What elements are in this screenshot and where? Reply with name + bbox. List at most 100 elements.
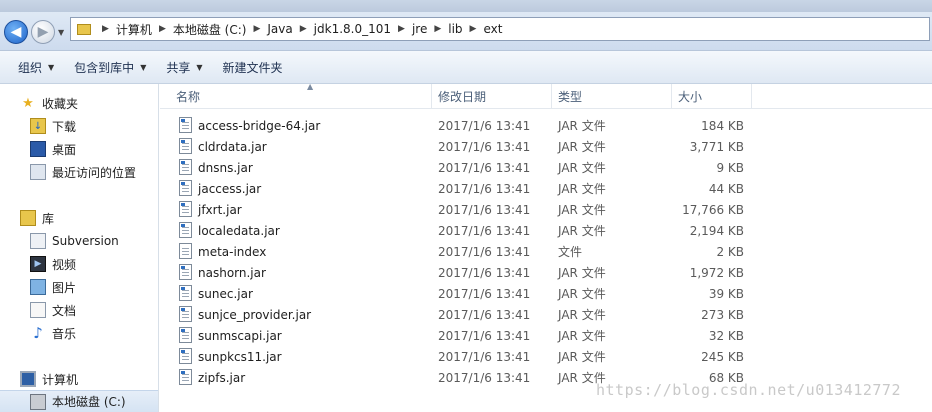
jar-file-icon [179, 306, 192, 322]
file-modified: 2017/1/6 13:41 [438, 370, 531, 385]
folder-icon [77, 23, 91, 35]
file-size: 273 KB [701, 307, 744, 322]
nav-subversion-label: Subversion [52, 234, 119, 248]
downloads-folder-icon: ↓ [30, 118, 46, 134]
forward-button[interactable]: ▶ [31, 20, 55, 44]
watermark-text: https://blog.csdn.net/u013412772 [596, 381, 901, 399]
nav-libraries-label: 库 [42, 211, 55, 226]
column-modified-label: 修改日期 [438, 89, 487, 104]
organize-button[interactable]: 组织 ▼ [0, 51, 64, 83]
file-size: 2,194 KB [689, 223, 744, 238]
column-type-label: 类型 [558, 89, 583, 104]
nav-videos-label: 视频 [52, 257, 77, 272]
jar-file-icon [179, 285, 192, 301]
breadcrumb-jre[interactable]: jre [412, 22, 427, 36]
breadcrumb-separator-icon[interactable]: ▶ [434, 24, 441, 34]
new-folder-label: 新建文件夹 [222, 60, 283, 75]
file-row[interactable]: jaccess.jar 2017/1/6 13:41 JAR 文件 44 KB [160, 178, 760, 199]
file-row[interactable]: sunpkcs11.jar 2017/1/6 13:41 JAR 文件 245 … [160, 346, 760, 367]
file-type: JAR 文件 [558, 161, 606, 175]
file-row[interactable]: sunec.jar 2017/1/6 13:41 JAR 文件 39 KB [160, 283, 760, 304]
breadcrumb-separator-icon[interactable]: ▶ [398, 24, 405, 34]
new-folder-button[interactable]: 新建文件夹 [213, 51, 293, 83]
share-button[interactable]: 共享 ▼ [156, 51, 212, 83]
computer-icon [20, 371, 36, 387]
include-in-library-button[interactable]: 包含到库中 ▼ [64, 51, 156, 83]
file-name: jaccess.jar [198, 181, 262, 196]
file-modified: 2017/1/6 13:41 [438, 265, 531, 280]
column-modified-header[interactable]: 修改日期 [432, 84, 552, 108]
recent-places-icon [30, 164, 46, 180]
breadcrumb-ext[interactable]: ext [483, 22, 502, 36]
breadcrumb-separator-icon[interactable]: ▶ [102, 24, 109, 34]
file-row[interactable]: jfxrt.jar 2017/1/6 13:41 JAR 文件 17,766 K… [160, 199, 760, 220]
file-type: JAR 文件 [558, 119, 606, 133]
music-note-icon: ♪ [33, 324, 43, 342]
column-size-label: 大小 [678, 89, 703, 104]
file-row[interactable]: meta-index 2017/1/6 13:41 文件 2 KB [160, 241, 760, 262]
nav-favorites[interactable]: ★ 收藏夹 [20, 92, 178, 114]
file-row[interactable]: sunjce_provider.jar 2017/1/6 13:41 JAR 文… [160, 304, 760, 325]
subversion-library-icon [30, 233, 46, 249]
file-name: access-bridge-64.jar [198, 118, 321, 133]
file-modified: 2017/1/6 13:41 [438, 139, 531, 154]
nav-libraries[interactable]: 库 [20, 207, 178, 229]
file-name: jfxrt.jar [198, 202, 242, 217]
back-arrow-icon: ◀ [10, 24, 22, 40]
star-icon: ★ [22, 95, 34, 111]
file-name: zipfs.jar [198, 370, 246, 385]
breadcrumb-separator-icon[interactable]: ▶ [300, 24, 307, 34]
chevron-down-icon: ▼ [196, 62, 203, 72]
file-type: JAR 文件 [558, 224, 606, 238]
column-size-header[interactable]: 大小 [672, 84, 752, 108]
file-name: nashorn.jar [198, 265, 266, 280]
nav-computer[interactable]: 计算机 [20, 368, 178, 390]
file-modified: 2017/1/6 13:41 [438, 223, 531, 238]
breadcrumb-computer[interactable]: 计算机 [116, 21, 152, 38]
file-name: dnsns.jar [198, 160, 253, 175]
jar-file-icon [179, 117, 192, 133]
file-row[interactable]: localedata.jar 2017/1/6 13:41 JAR 文件 2,1… [160, 220, 760, 241]
desktop-icon [30, 141, 46, 157]
address-bar[interactable]: ▶ 计算机 ▶ 本地磁盘 (C:) ▶ Java ▶ jdk1.8.0_101 … [70, 17, 930, 41]
breadcrumb-separator-icon[interactable]: ▶ [253, 24, 260, 34]
breadcrumb-separator-icon[interactable]: ▶ [159, 24, 166, 34]
navigation-pane: ★ 收藏夹 ↓ 下载 桌面 最近访问的位置 库 Subversion ▶ 视频 … [0, 84, 159, 412]
file-name: sunpkcs11.jar [198, 349, 282, 364]
file-row[interactable]: nashorn.jar 2017/1/6 13:41 JAR 文件 1,972 … [160, 262, 760, 283]
documents-icon [30, 302, 46, 318]
file-type: 文件 [558, 245, 583, 259]
breadcrumb-local-disk[interactable]: 本地磁盘 (C:) [173, 21, 247, 38]
back-button[interactable]: ◀ [4, 20, 28, 44]
jar-file-icon [179, 327, 192, 343]
nav-local-disk-c-label: 本地磁盘 (C:) [52, 395, 126, 409]
file-name: localedata.jar [198, 223, 280, 238]
jar-file-icon [179, 222, 192, 238]
file-type: JAR 文件 [558, 329, 606, 343]
jar-file-icon [179, 348, 192, 364]
file-row[interactable]: access-bridge-64.jar 2017/1/6 13:41 JAR … [160, 115, 760, 136]
column-type-header[interactable]: 类型 [552, 84, 672, 108]
column-name-label: 名称 [176, 89, 201, 104]
file-row[interactable]: cldrdata.jar 2017/1/6 13:41 JAR 文件 3,771… [160, 136, 760, 157]
breadcrumb-lib[interactable]: lib [448, 22, 462, 36]
file-modified: 2017/1/6 13:41 [438, 118, 531, 133]
column-header: 名称 ▲ 修改日期 类型 大小 [160, 82, 932, 109]
file-row[interactable]: dnsns.jar 2017/1/6 13:41 JAR 文件 9 KB [160, 157, 760, 178]
file-name: meta-index [198, 244, 267, 259]
file-type: JAR 文件 [558, 350, 606, 364]
file-size: 17,766 KB [682, 202, 744, 217]
nav-local-disk-c[interactable]: 本地磁盘 (C:) [0, 390, 158, 412]
file-row[interactable]: sunmscapi.jar 2017/1/6 13:41 JAR 文件 32 K… [160, 325, 760, 346]
breadcrumb-separator-icon[interactable]: ▶ [470, 24, 477, 34]
file-modified: 2017/1/6 13:41 [438, 244, 531, 259]
recent-pages-dropdown-icon[interactable]: ▼ [58, 28, 64, 37]
jar-file-icon [179, 180, 192, 196]
breadcrumb-jdk[interactable]: jdk1.8.0_101 [314, 22, 391, 36]
file-size: 32 KB [708, 328, 744, 343]
column-name-header[interactable]: 名称 ▲ [170, 82, 432, 108]
file-name: sunjce_provider.jar [198, 307, 312, 322]
file-size: 2 KB [716, 244, 744, 259]
jar-file-icon [179, 264, 192, 280]
breadcrumb-java[interactable]: Java [267, 22, 292, 36]
